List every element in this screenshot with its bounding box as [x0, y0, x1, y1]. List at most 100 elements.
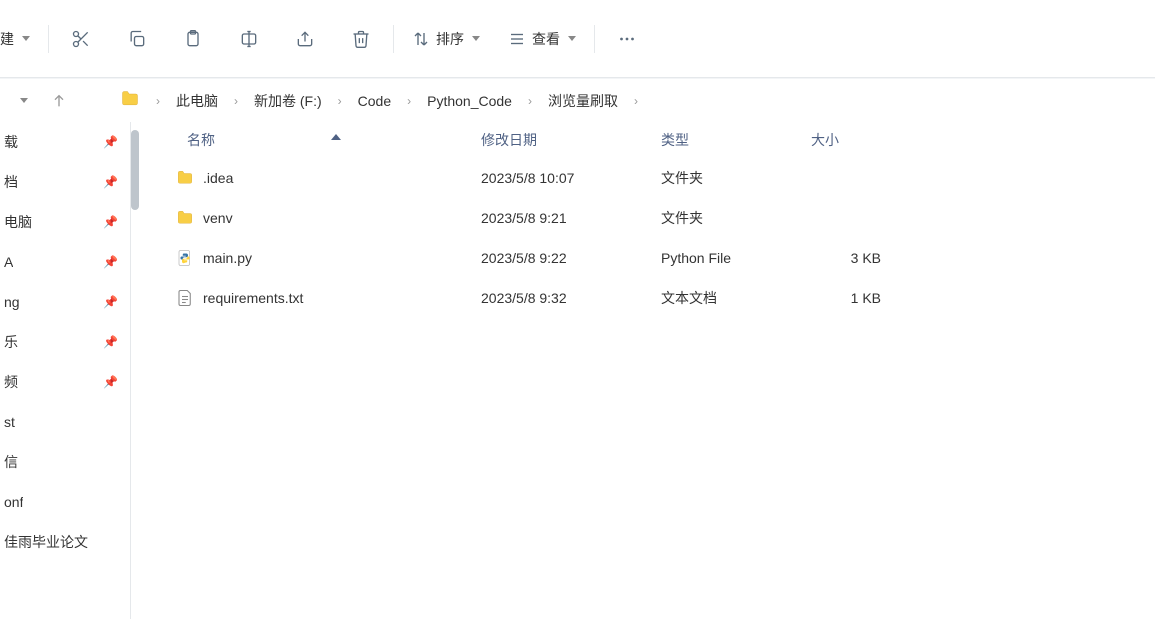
- sidebar: 载 📌 档 📌 电脑 📌 A 📌 ng 📌 乐 📌 频 📌 st: [0, 122, 131, 619]
- body: 载 📌 档 📌 电脑 📌 A 📌 ng 📌 乐 📌 频 📌 st: [0, 122, 1155, 619]
- sidebar-item[interactable]: 信: [0, 442, 130, 482]
- folder-icon: [120, 89, 140, 112]
- chevron-right-icon: ›: [634, 94, 638, 108]
- file-row[interactable]: .idea 2023/5/8 10:07 文件夹: [171, 158, 1155, 198]
- chevron-right-icon: ›: [234, 94, 238, 108]
- column-header-label: 类型: [661, 130, 689, 150]
- sort-ascending-icon: [331, 134, 341, 140]
- file-list: 名称 修改日期 类型 大小 .idea 2023/5/8 10:07 文件夹: [131, 122, 1155, 619]
- sidebar-item-label: 佳雨毕业论文: [4, 532, 88, 552]
- file-size: 3 KB: [811, 250, 901, 266]
- sidebar-item-label: ng: [4, 294, 20, 310]
- column-header-type[interactable]: 类型: [661, 130, 811, 150]
- share-icon: [295, 29, 315, 49]
- file-row[interactable]: requirements.txt 2023/5/8 9:32 文本文档 1 KB: [171, 278, 1155, 318]
- breadcrumb-item[interactable]: 此电脑: [172, 87, 222, 115]
- sidebar-item[interactable]: 频 📌: [0, 362, 130, 402]
- file-name: .idea: [203, 170, 481, 186]
- sort-button-label: 排序: [436, 29, 464, 49]
- pin-icon: 📌: [103, 215, 118, 229]
- column-header-name[interactable]: 名称: [171, 130, 481, 150]
- toolbar-divider: [393, 25, 394, 53]
- sidebar-item-label: 乐: [4, 332, 18, 352]
- folder-icon: [171, 209, 199, 227]
- sidebar-item[interactable]: 载 📌: [0, 122, 130, 162]
- sort-icon: [412, 30, 430, 48]
- file-date: 2023/5/8 9:32: [481, 290, 661, 306]
- file-type: 文件夹: [661, 168, 811, 188]
- copy-button[interactable]: [109, 19, 165, 59]
- chevron-down-icon: [22, 36, 30, 41]
- toolbar: 建 排序 查看: [0, 0, 1155, 78]
- file-name: requirements.txt: [203, 290, 481, 306]
- cut-button[interactable]: [53, 19, 109, 59]
- column-header-label: 名称: [187, 130, 215, 150]
- pin-icon: 📌: [103, 135, 118, 149]
- sidebar-item[interactable]: ng 📌: [0, 282, 130, 322]
- sidebar-item-label: A: [4, 254, 13, 270]
- sidebar-item-label: 信: [4, 452, 18, 472]
- sidebar-item[interactable]: 电脑 📌: [0, 202, 130, 242]
- chevron-right-icon: ›: [528, 94, 532, 108]
- pin-icon: 📌: [103, 335, 118, 349]
- toolbar-divider: [48, 25, 49, 53]
- sidebar-item-label: onf: [4, 494, 23, 510]
- python-file-icon: [171, 249, 199, 267]
- breadcrumb-bar: › 此电脑 › 新加卷 (F:) › Code › Python_Code › …: [0, 78, 1155, 122]
- file-name: main.py: [203, 250, 481, 266]
- sidebar-item-label: 档: [4, 172, 18, 192]
- breadcrumb-item[interactable]: Python_Code: [423, 89, 516, 113]
- file-date: 2023/5/8 9:21: [481, 210, 661, 226]
- sidebar-item[interactable]: 档 📌: [0, 162, 130, 202]
- sidebar-item[interactable]: onf: [0, 482, 130, 522]
- file-type: Python File: [661, 250, 811, 266]
- sidebar-item[interactable]: st: [0, 402, 130, 442]
- breadcrumb-item[interactable]: 浏览量刷取: [544, 87, 622, 115]
- view-button[interactable]: 查看: [494, 21, 590, 57]
- paste-button[interactable]: [165, 19, 221, 59]
- toolbar-divider: [594, 25, 595, 53]
- arrow-up-icon: [51, 93, 67, 109]
- sidebar-item-label: st: [4, 414, 15, 430]
- sidebar-item[interactable]: 佳雨毕业论文: [0, 522, 130, 562]
- file-type: 文本文档: [661, 288, 811, 308]
- sidebar-item-label: 载: [4, 132, 18, 152]
- column-header-date[interactable]: 修改日期: [481, 130, 661, 150]
- delete-button[interactable]: [333, 19, 389, 59]
- file-size: 1 KB: [811, 290, 901, 306]
- sidebar-item-label: 电脑: [4, 212, 32, 232]
- file-row[interactable]: main.py 2023/5/8 9:22 Python File 3 KB: [171, 238, 1155, 278]
- scissors-icon: [71, 29, 91, 49]
- file-type: 文件夹: [661, 208, 811, 228]
- view-button-label: 查看: [532, 29, 560, 49]
- chevron-down-icon: [472, 36, 480, 41]
- sidebar-item[interactable]: A 📌: [0, 242, 130, 282]
- pin-icon: 📌: [103, 375, 118, 389]
- file-row[interactable]: venv 2023/5/8 9:21 文件夹: [171, 198, 1155, 238]
- file-date: 2023/5/8 10:07: [481, 170, 661, 186]
- sort-button[interactable]: 排序: [398, 21, 494, 57]
- copy-icon: [127, 29, 147, 49]
- column-header-size[interactable]: 大小: [811, 130, 901, 150]
- column-header-label: 修改日期: [481, 130, 537, 150]
- chevron-right-icon: ›: [156, 94, 160, 108]
- more-button[interactable]: [599, 19, 655, 59]
- rename-button[interactable]: [221, 19, 277, 59]
- new-button[interactable]: 建: [0, 21, 44, 57]
- share-button[interactable]: [277, 19, 333, 59]
- column-header-label: 大小: [811, 130, 839, 150]
- column-headers: 名称 修改日期 类型 大小: [171, 122, 1155, 158]
- chevron-right-icon: ›: [338, 94, 342, 108]
- pin-icon: 📌: [103, 295, 118, 309]
- nav-recent-dropdown[interactable]: [8, 86, 38, 116]
- text-file-icon: [171, 289, 199, 307]
- sidebar-item[interactable]: 乐 📌: [0, 322, 130, 362]
- nav-up-button[interactable]: [44, 86, 74, 116]
- chevron-down-icon: [20, 98, 28, 103]
- rename-icon: [239, 29, 259, 49]
- breadcrumb-item[interactable]: Code: [354, 89, 395, 113]
- view-icon: [508, 30, 526, 48]
- breadcrumb-item[interactable]: 新加卷 (F:): [250, 87, 326, 115]
- sidebar-item-label: 频: [4, 372, 18, 392]
- chevron-down-icon: [568, 36, 576, 41]
